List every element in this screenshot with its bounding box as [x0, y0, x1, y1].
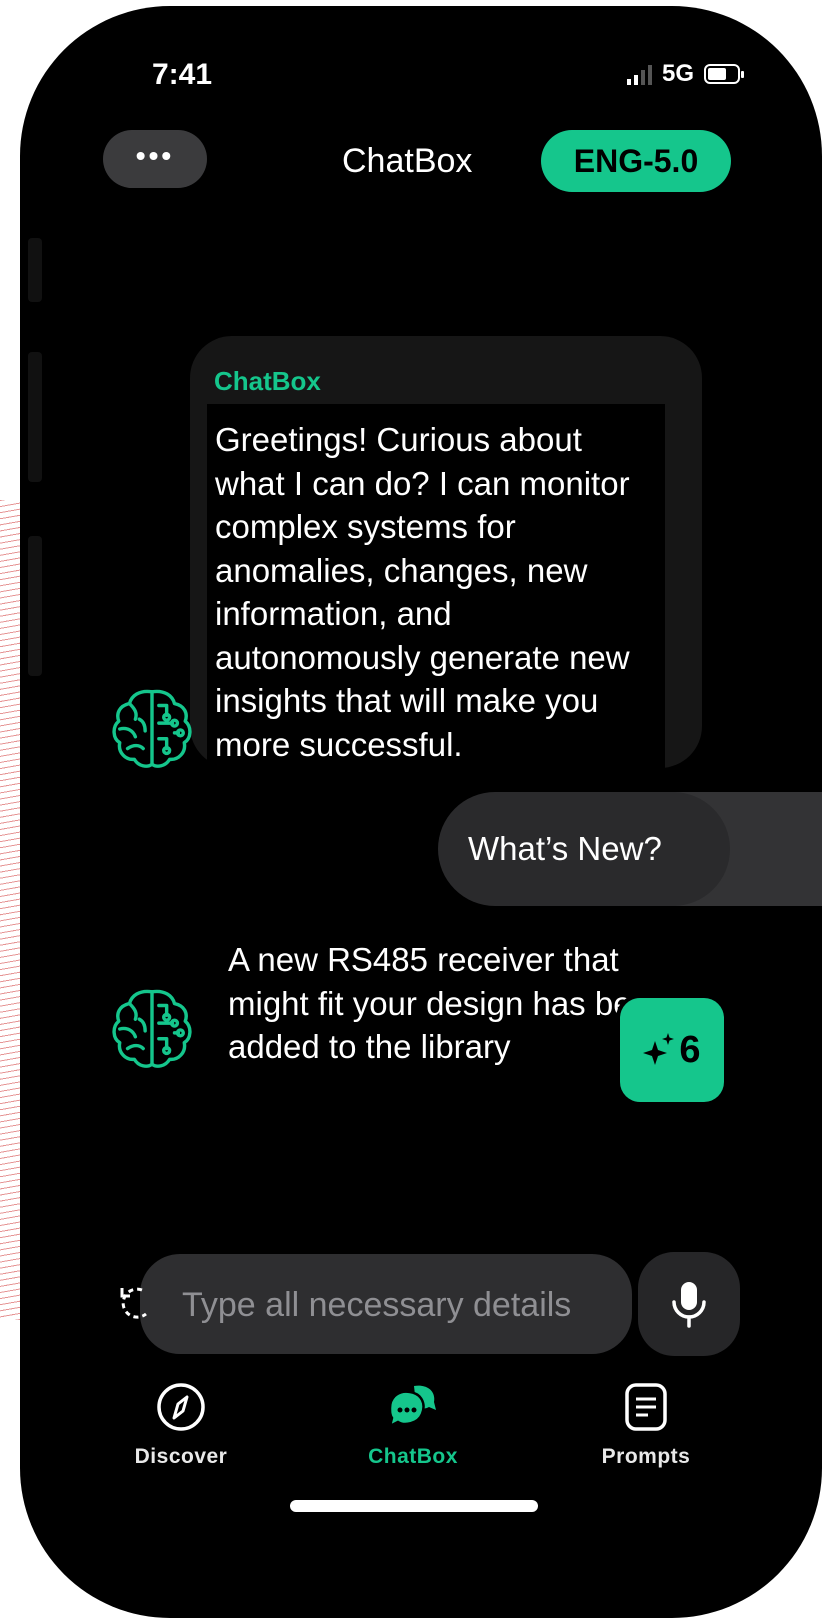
- more-menu-button[interactable]: •••: [103, 130, 207, 188]
- side-button: [28, 352, 42, 482]
- nav-label: Discover: [134, 1445, 228, 1468]
- network-label: 5G: [661, 60, 694, 87]
- battery-icon: [704, 64, 744, 84]
- side-button: [28, 536, 42, 676]
- microphone-icon: [672, 1282, 706, 1328]
- nav-label: ChatBox: [368, 1445, 458, 1468]
- chat-bubbles-icon: [388, 1385, 436, 1429]
- nav-item-prompts[interactable]: Prompts: [576, 1382, 716, 1469]
- refresh-icon[interactable]: [116, 1282, 156, 1322]
- suggestion-badge[interactable]: 6: [620, 998, 724, 1102]
- bot-message-text: Greetings! Curious about what I can do? …: [207, 404, 665, 786]
- compass-icon: [157, 1383, 205, 1431]
- page-title: ChatBox: [342, 142, 473, 180]
- brain-icon: [112, 989, 192, 1068]
- side-button: [28, 238, 42, 302]
- nav-label: Prompts: [601, 1445, 691, 1468]
- status-time: 7:41: [152, 58, 213, 91]
- microphone-button[interactable]: [638, 1252, 740, 1356]
- message-composer: [140, 1254, 632, 1356]
- home-indicator[interactable]: [290, 1500, 538, 1512]
- status-indicators: 5G: [626, 60, 744, 88]
- model-badge[interactable]: ENG-5.0: [541, 130, 731, 192]
- brain-icon: [112, 689, 192, 768]
- suggestion-count: 6: [679, 1028, 701, 1071]
- user-message-bubble: What’s New?: [438, 792, 730, 906]
- message-sender: ChatBox: [214, 366, 321, 396]
- signal-icon: [626, 63, 652, 85]
- bot-message-text: A new RS485 receiver that might fit your…: [228, 941, 669, 1065]
- sparkle-icon: [643, 1033, 675, 1065]
- document-icon: [625, 1383, 667, 1431]
- phone-frame: 7:41 5G ••• ChatBox ENG-5.0 ChatBox Gree…: [20, 6, 822, 1618]
- nav-item-chatbox[interactable]: ChatBox: [343, 1382, 483, 1469]
- message-input[interactable]: [180, 1254, 624, 1356]
- nav-item-discover[interactable]: Discover: [111, 1382, 251, 1469]
